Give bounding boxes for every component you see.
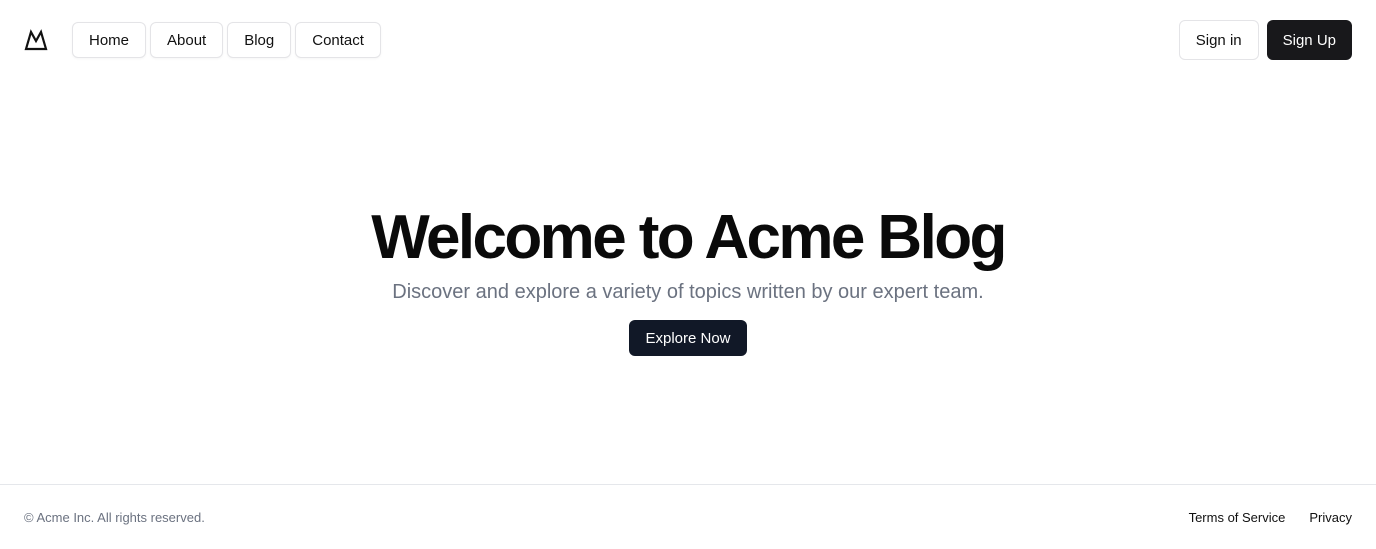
hero-subtitle: Discover and explore a variety of topics… bbox=[392, 281, 984, 303]
explore-now-button[interactable]: Explore Now bbox=[629, 320, 747, 356]
nav-home-button[interactable]: Home bbox=[72, 22, 147, 58]
nav-about-button[interactable]: About bbox=[150, 22, 224, 58]
site-footer: © Acme Inc. All rights reserved. Terms o… bbox=[0, 484, 1376, 549]
page: Home About Blog Contact Sign in Sign Up … bbox=[0, 0, 1376, 549]
mountain-icon[interactable] bbox=[24, 29, 48, 51]
site-header: Home About Blog Contact Sign in Sign Up bbox=[0, 0, 1376, 80]
hero-title: Welcome to Acme Blog bbox=[371, 203, 1007, 272]
nav-blog-button[interactable]: Blog bbox=[227, 22, 292, 58]
copyright-text: © Acme Inc. All rights reserved. bbox=[24, 510, 205, 525]
auth-actions: Sign in Sign Up bbox=[1178, 20, 1352, 60]
privacy-link[interactable]: Privacy bbox=[1309, 510, 1352, 526]
sign-in-button[interactable]: Sign in bbox=[1178, 20, 1259, 60]
footer-links: Terms of Service Privacy bbox=[1189, 510, 1352, 526]
nav-contact-button[interactable]: Contact bbox=[295, 22, 381, 58]
terms-of-service-link[interactable]: Terms of Service bbox=[1189, 510, 1286, 526]
sign-up-button[interactable]: Sign Up bbox=[1266, 20, 1352, 60]
main-nav: Home About Blog Contact bbox=[72, 22, 381, 58]
hero-section: Welcome to Acme Blog Discover and explor… bbox=[0, 200, 1376, 356]
